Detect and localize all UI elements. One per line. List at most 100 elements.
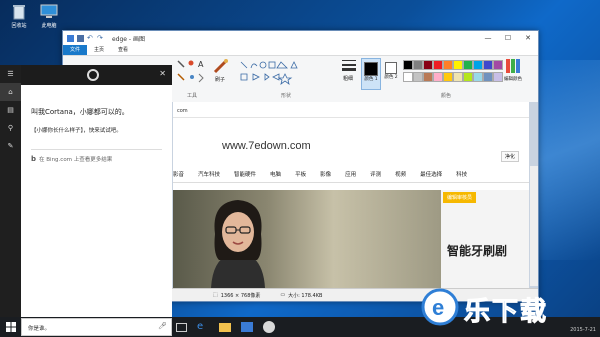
palette-swatch[interactable] [453, 60, 463, 70]
edit-colors-label: 编辑颜色 [504, 77, 522, 82]
download-site-logo: e 乐下载 [420, 285, 590, 329]
palette-swatch[interactable] [433, 72, 443, 82]
search-input[interactable]: 你是谁。 [21, 318, 172, 336]
close-button[interactable]: ✕ [518, 34, 538, 42]
palette-swatch[interactable] [413, 60, 423, 70]
image-dimensions: 1366 × 768像素 [220, 292, 261, 299]
canvas-scrollbar[interactable] [530, 166, 538, 286]
start-rail: ☰ ⌂ ▤ ⚲ ✎ [0, 65, 21, 317]
nav-item: 视频 [395, 172, 407, 178]
cortana-panel: ✕ 叫我Cortana，小娜都可以的。 【小娜你长什么样子】，快来试试吧。 b … [21, 65, 172, 317]
color2-button[interactable]: 颜色 2 [383, 58, 399, 88]
ad-tag: 编辑审核员 [443, 192, 477, 203]
purify-button: 净化 [500, 151, 519, 162]
brush-button[interactable] [213, 58, 229, 78]
color1-button[interactable]: 颜色 1 [361, 58, 381, 90]
feedback-icon[interactable]: ✎ [0, 137, 21, 155]
store-icon[interactable] [241, 322, 253, 332]
paint-taskbar-icon[interactable] [263, 321, 275, 333]
cortana-header: ✕ [21, 65, 172, 85]
palette-swatch[interactable] [463, 72, 473, 82]
headline: 智能牙刷剧 [447, 244, 508, 258]
desktop-icon-this-pc[interactable]: 此电脑 [32, 4, 66, 29]
palette-swatch[interactable] [463, 60, 473, 70]
palette-swatch[interactable] [433, 60, 443, 70]
notebook-icon[interactable]: ▤ [0, 101, 21, 119]
dimensions-icon: ⬚ [213, 292, 218, 298]
ribbon-tabs: 文件 主页 查看 [63, 45, 538, 55]
color2-label: 颜色 2 [384, 75, 398, 80]
palette-swatch[interactable] [483, 72, 493, 82]
presenter-image [211, 200, 265, 288]
edge-icon[interactable]: e [197, 321, 209, 333]
ad-panel: 编辑审核员 智能牙刷剧 [441, 190, 529, 288]
palette-swatch[interactable] [473, 60, 483, 70]
svg-text:A: A [198, 60, 204, 69]
window-title: edge - 画图 [112, 35, 145, 43]
start-button[interactable] [0, 317, 21, 337]
brush-icon [213, 59, 228, 74]
bing-icon: b [31, 155, 37, 163]
nav-item: 影音 [173, 172, 185, 178]
minimize-button[interactable]: — [478, 34, 498, 42]
close-icon[interactable]: ✕ [159, 69, 166, 78]
palette-swatch[interactable] [423, 72, 433, 82]
hamburger-menu-icon[interactable]: ☰ [0, 65, 21, 83]
color1-label: 颜色 1 [364, 77, 378, 82]
nav-item: 智能硬件 [234, 172, 257, 178]
pasted-webpage-screenshot: com 净化 影音 汽车科技 智能硬件 电脑 平板 影像 应用 评测 视频 最佳… [173, 102, 529, 288]
desktop-icon-recycle-bin[interactable]: 回收站 [2, 4, 36, 29]
nav-item: 应用 [345, 172, 357, 178]
nav-item: 最佳选择 [420, 172, 443, 178]
recycle-bin-icon [10, 4, 28, 20]
color2-swatch [385, 62, 397, 74]
palette-swatch[interactable] [423, 60, 433, 70]
bing-link[interactable]: b 在 Bing.com 上查看更多结果 [31, 155, 112, 163]
desktop-icon-label: 回收站 [11, 23, 27, 29]
palette-swatch[interactable] [443, 72, 453, 82]
nav-item: 科技 [456, 172, 468, 178]
nav-item: 汽车科技 [198, 172, 221, 178]
taskbar-apps: e [176, 317, 275, 337]
this-pc-icon [40, 4, 58, 20]
redo-icon[interactable]: ↷ [97, 34, 104, 42]
palette-swatch[interactable] [473, 72, 483, 82]
site-nav: 影音 汽车科技 智能硬件 电脑 平板 影像 应用 评测 视频 最佳选择 科技 [173, 166, 529, 183]
group-label-shapes: 形状 [281, 93, 292, 99]
location-icon[interactable]: ⚲ [0, 119, 21, 137]
desktop-icon-label: 此电脑 [41, 23, 57, 29]
home-icon[interactable]: ⌂ [0, 83, 21, 101]
shapes-gallery[interactable] [239, 60, 303, 86]
edit-colors-button[interactable]: 编辑颜色 [503, 58, 523, 88]
tab-file[interactable]: 文件 [63, 45, 88, 55]
group-label-colors: 颜色 [441, 93, 452, 99]
url-row: com [173, 102, 529, 118]
file-explorer-icon[interactable] [219, 322, 231, 332]
divider [31, 149, 162, 150]
group-label-tools: 工具 [187, 93, 198, 99]
tab-view[interactable]: 查看 [111, 45, 135, 55]
brush-label: 刷子 [215, 77, 226, 83]
site-watermark: www.7edown.com [222, 140, 311, 152]
palette-swatch[interactable] [413, 72, 423, 82]
palette-swatch[interactable] [493, 60, 503, 70]
task-view-icon[interactable] [176, 322, 187, 332]
save-icon[interactable] [77, 34, 84, 42]
palette-swatch[interactable] [453, 72, 463, 82]
palette-swatch[interactable] [403, 72, 413, 82]
palette-swatch[interactable] [403, 60, 413, 70]
file-size: 大小: 178.4KB [288, 292, 323, 299]
cortana-greeting: 叫我Cortana，小娜都可以的。 [31, 108, 129, 116]
tab-home[interactable]: 主页 [87, 45, 111, 55]
palette-swatch[interactable] [483, 60, 493, 70]
undo-icon[interactable]: ↶ [87, 34, 94, 42]
maximize-button[interactable]: ☐ [498, 34, 518, 42]
palette-swatch[interactable] [443, 60, 453, 70]
palette-swatch[interactable] [493, 72, 503, 82]
logo-text: 乐下载 [463, 297, 549, 328]
cortana-suggestion[interactable]: 【小娜你长什么样子】，快来试试吧。 [31, 126, 122, 134]
bing-link-text: 在 Bing.com 上查看更多结果 [39, 157, 113, 163]
paint-app-icon [67, 34, 74, 42]
microphone-icon[interactable]: 🎤︎ [158, 322, 167, 330]
color1-swatch [364, 62, 378, 76]
